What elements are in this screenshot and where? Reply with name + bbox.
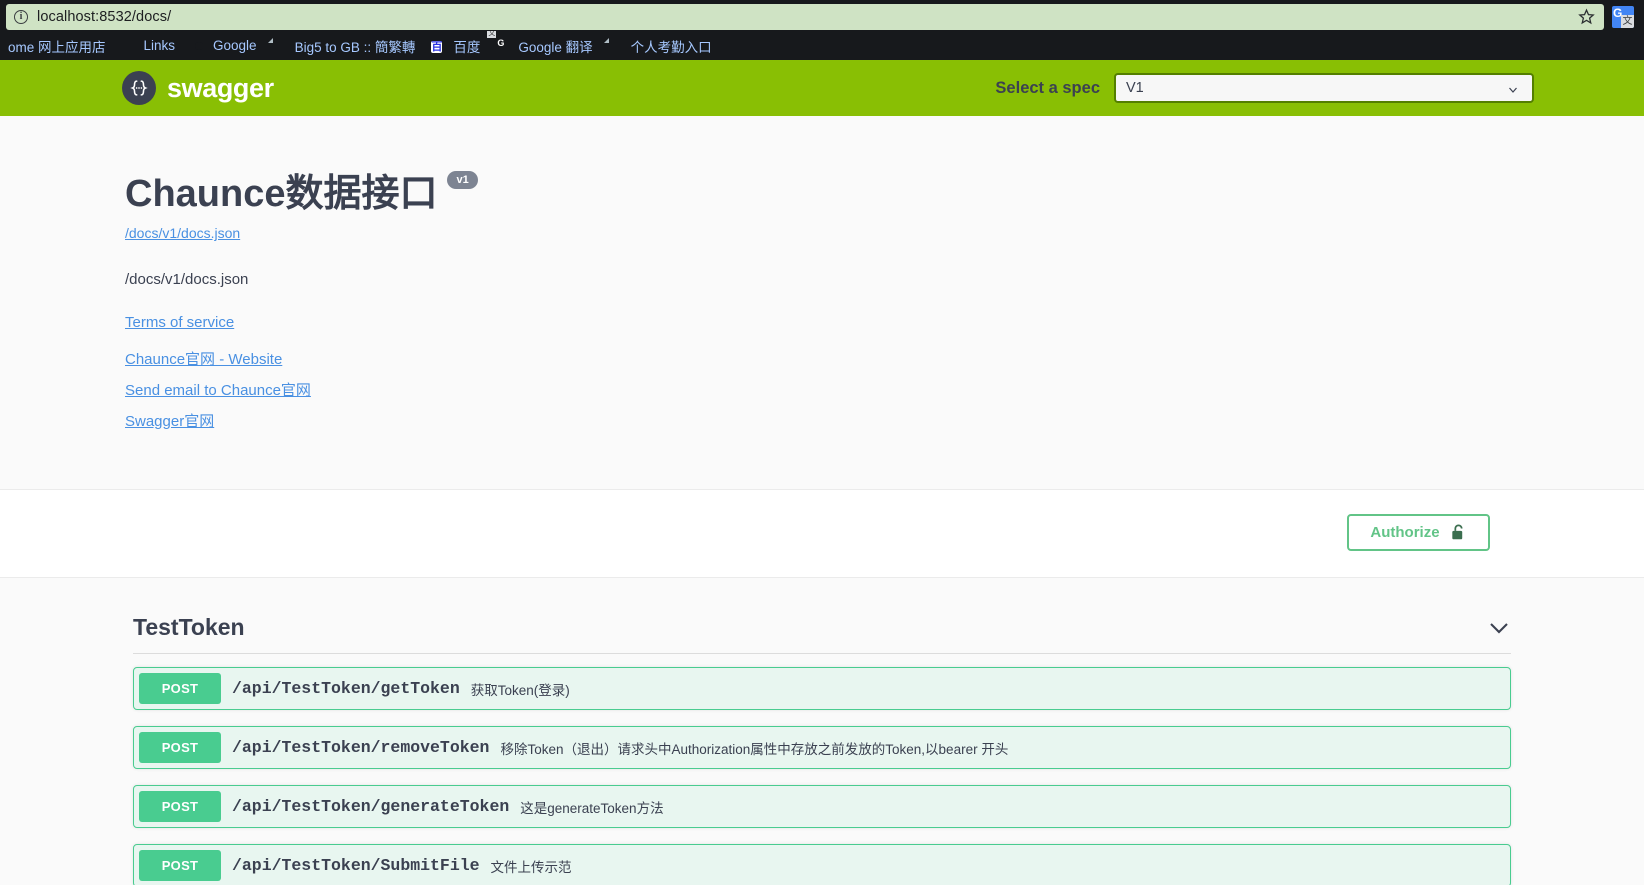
email-link[interactable]: Send email to Chaunce官网	[125, 379, 1519, 400]
authorize-section: Authorize	[0, 490, 1644, 578]
bookmark-item-google[interactable]: Google	[183, 34, 265, 58]
swagger-braces-icon	[122, 71, 156, 105]
bookmark-item-big5togb[interactable]: Big5 to GB :: 簡繁轉	[265, 34, 424, 58]
spec-select[interactable]: V1	[1114, 73, 1534, 103]
website-link[interactable]: Chaunce官网 - Website	[125, 348, 1519, 369]
bookmark-star-icon[interactable]	[1578, 8, 1595, 25]
api-links: Terms of service Chaunce官网 - Website Sen…	[125, 314, 1519, 431]
google-translate-icon: G文	[496, 38, 512, 54]
operation-summary: 获取Token(登录)	[471, 679, 570, 699]
bookmarks-bar: ome 网上应用店 Links Google Big5 to GB :: 簡繁轉…	[0, 31, 1644, 60]
operation-path: /api/TestToken/SubmitFile	[232, 856, 480, 875]
baidu-icon: 百	[431, 38, 447, 54]
browser-chrome: i localhost:8532/docs/ G 文 ome 网上应用店 Lin…	[0, 0, 1644, 60]
page-title: Chaunce数据接口 v1	[125, 162, 1519, 217]
authorize-button[interactable]: Authorize	[1347, 514, 1490, 551]
operation-row[interactable]: POST /api/TestToken/generateToken 这是gene…	[133, 785, 1511, 828]
operation-row[interactable]: POST /api/TestToken/SubmitFile 文件上传示范	[133, 844, 1511, 885]
authorize-button-label: Authorize	[1370, 524, 1439, 541]
unlocked-padlock-icon	[1450, 523, 1467, 542]
swagger-ui-page: swagger Select a spec V1 Chaunce数据接口 v1 …	[0, 60, 1644, 885]
operation-path: /api/TestToken/removeToken	[232, 738, 489, 757]
operation-summary: 这是generateToken方法	[520, 797, 663, 817]
swagger-topbar: swagger Select a spec V1	[0, 60, 1644, 116]
chevron-down-icon[interactable]	[1487, 620, 1511, 636]
operation-row[interactable]: POST /api/TestToken/removeToken 移除Token（…	[133, 726, 1511, 769]
api-definition-link[interactable]: /docs/v1/docs.json	[125, 225, 240, 241]
bookmark-item-attendance[interactable]: 个人考勤入口	[601, 34, 720, 58]
spec-selector-group: Select a spec V1	[995, 73, 1534, 103]
bookmark-item-google-translate[interactable]: G文 Google 翻译	[488, 34, 600, 58]
http-method-badge: POST	[139, 850, 221, 881]
document-icon	[273, 38, 289, 54]
spec-select-value: V1	[1126, 80, 1144, 96]
address-bar-url: localhost:8532/docs/	[37, 9, 171, 25]
tag-section-testtoken: TestToken POST /api/TestToken/getToken 获…	[0, 578, 1644, 885]
address-bar[interactable]: i localhost:8532/docs/	[6, 4, 1604, 30]
http-method-badge: POST	[139, 732, 221, 763]
bookmark-item-webstore[interactable]: ome 网上应用店	[0, 34, 114, 58]
terms-of-service-link[interactable]: Terms of service	[125, 314, 1519, 331]
api-info-section: Chaunce数据接口 v1 /docs/v1/docs.json /docs/…	[0, 116, 1644, 490]
document-icon	[609, 38, 625, 54]
google-translate-extension-icon[interactable]: G 文	[1612, 6, 1634, 28]
operation-summary: 文件上传示范	[491, 856, 572, 876]
tag-name-label: TestToken	[133, 614, 245, 641]
operation-summary: 移除Token（退出）请求头中Authorization属性中存放之前发放的To…	[500, 738, 1008, 758]
chevron-down-icon	[1506, 84, 1520, 96]
operation-path: /api/TestToken/getToken	[232, 679, 460, 698]
select-a-spec-label: Select a spec	[995, 79, 1100, 98]
info-circle-icon[interactable]: i	[14, 10, 28, 24]
api-description: /docs/v1/docs.json	[125, 271, 1519, 288]
swagger-site-link[interactable]: Swagger官网	[125, 410, 1519, 431]
swagger-logo[interactable]: swagger	[122, 71, 274, 105]
bookmark-item-links[interactable]: Links	[114, 34, 184, 58]
tag-header[interactable]: TestToken	[133, 614, 1511, 654]
http-method-badge: POST	[139, 673, 221, 704]
google-icon	[191, 38, 207, 54]
operation-path: /api/TestToken/generateToken	[232, 797, 509, 816]
operation-row[interactable]: POST /api/TestToken/getToken 获取Token(登录)	[133, 667, 1511, 710]
folder-icon	[122, 38, 138, 54]
version-badge: v1	[447, 171, 477, 189]
swagger-logo-text: swagger	[167, 73, 274, 104]
omnibox-row: i localhost:8532/docs/ G 文	[0, 0, 1644, 31]
http-method-badge: POST	[139, 791, 221, 822]
operations-list: POST /api/TestToken/getToken 获取Token(登录)…	[125, 654, 1519, 885]
api-title-text: Chaunce数据接口	[125, 162, 437, 217]
bookmark-item-baidu[interactable]: 百 百度	[423, 34, 488, 58]
